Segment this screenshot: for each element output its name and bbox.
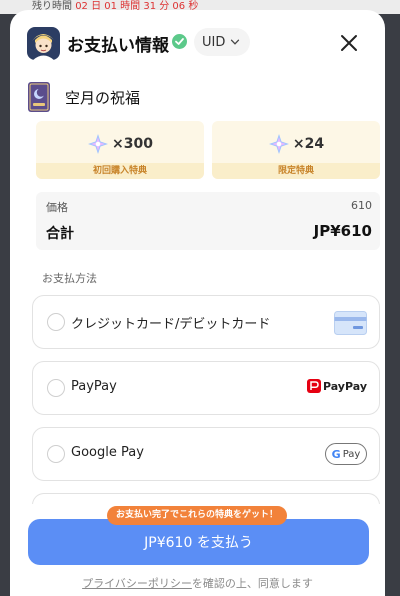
consent-text: プライバシーポリシーを確認の上、同意します [10, 575, 385, 591]
bonus-amount: ×24 [292, 136, 325, 152]
payment-method-credit-card[interactable]: クレジットカード/デビットカード [32, 295, 380, 349]
method-label: クレジットカード/デビットカード [71, 317, 271, 332]
bonus-tag: 初回購入特典 [36, 163, 204, 179]
radio-button[interactable] [47, 445, 65, 463]
payment-method-google-pay[interactable]: Google Pay G Pay [32, 427, 380, 481]
payment-method-paypay[interactable]: PayPay PayPay [32, 361, 380, 415]
close-button[interactable] [340, 34, 358, 52]
privacy-policy-link[interactable]: プライバシーポリシー [82, 577, 192, 590]
total-label: 合計 [46, 226, 74, 242]
payment-method-more[interactable] [32, 493, 380, 504]
check-circle-icon [172, 34, 187, 49]
total-value: JP¥610 [313, 222, 372, 240]
price-label: 価格 [46, 201, 68, 214]
chevron-down-icon [231, 39, 240, 45]
page-title: お支払い情報 [67, 36, 169, 56]
paypay-logo-text: PayPay [322, 379, 367, 393]
pay-button-label: JP¥610 を支払う [144, 535, 253, 551]
primogem-icon [268, 134, 289, 154]
bonus-card-first-purchase: ×300 初回購入特典 [36, 121, 204, 179]
uid-label: UID [202, 34, 226, 50]
payment-content[interactable]: 空月の祝福 ×300 初回購入特典 ×24 限定特典 価格 610 合計 JP¥… [18, 74, 382, 504]
payment-sheet: お支払い情報 UID 空月の祝福 ×300 初回購入特典 ×24 限定特典 価格… [10, 10, 385, 596]
payment-header: お支払い情報 UID [10, 10, 385, 74]
method-label: PayPay [71, 379, 117, 394]
bonus-card-limited: ×24 限定特典 [212, 121, 380, 179]
bonus-tag: 限定特典 [212, 163, 380, 179]
google-pay-logo: G Pay [325, 443, 367, 465]
pay-button[interactable]: JP¥610 を支払う [28, 519, 369, 565]
uid-dropdown[interactable]: UID [194, 28, 251, 56]
radio-button[interactable] [47, 379, 65, 397]
product-name: 空月の祝福 [65, 88, 141, 107]
method-label: Google Pay [71, 445, 144, 460]
price-summary: 価格 610 合計 JP¥610 [36, 192, 380, 250]
price-value: 610 [351, 199, 372, 212]
welkin-card-icon [28, 82, 50, 112]
google-pay-logo-text: Pay [342, 448, 361, 460]
promo-badge: お支払い完了でこれらの特典をゲット！ [107, 506, 288, 525]
product-row: 空月の祝福 [28, 82, 140, 112]
game-character-icon [27, 27, 60, 60]
payment-method-heading: お支払方法 [42, 272, 97, 285]
paypay-logo: PayPay [306, 379, 367, 393]
close-icon [341, 35, 357, 51]
bonus-amount: ×300 [112, 136, 153, 152]
payment-footer: JP¥610 を支払う お支払い完了でこれらの特典をゲット！ プライバシーポリシ… [10, 504, 385, 596]
credit-card-icon [334, 311, 367, 335]
primogem-icon [88, 134, 109, 154]
consent-rest: を確認の上、同意します [191, 577, 313, 590]
radio-button[interactable] [47, 313, 65, 331]
